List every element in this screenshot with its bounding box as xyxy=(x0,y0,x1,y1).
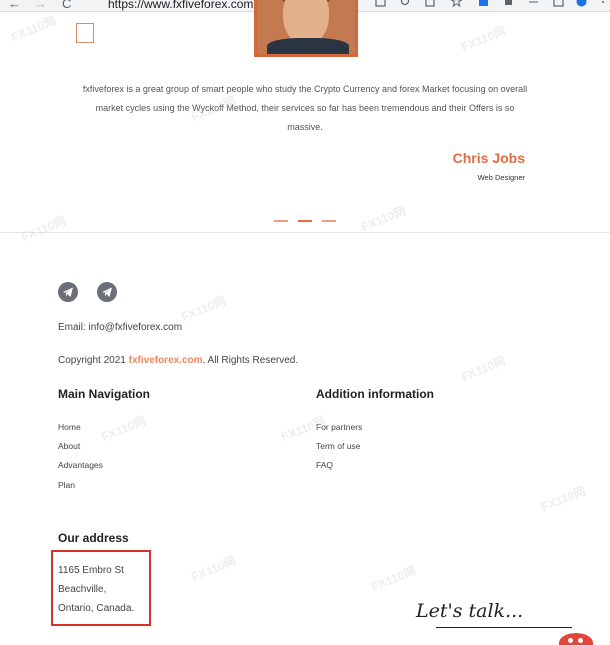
copyright-suffix: . All Rights Reserved. xyxy=(202,355,299,366)
slider-dot[interactable] xyxy=(274,220,288,222)
watermark: FX110网 xyxy=(359,203,408,235)
chat-widget-button[interactable] xyxy=(559,633,593,645)
watermark: FX110网 xyxy=(189,553,238,585)
main-navigation-title: Main Navigation xyxy=(58,387,151,401)
watermark: FX110网 xyxy=(9,13,58,45)
testimonial-quote: fxfiveforex is a great group of smart pe… xyxy=(82,84,528,132)
author-photo xyxy=(254,0,358,57)
nav-link-term-of-use[interactable]: Term of use xyxy=(316,441,360,451)
extension-icon[interactable] xyxy=(478,0,489,7)
address-line: Ontario, Canada. xyxy=(58,603,135,614)
share-icon[interactable] xyxy=(425,0,436,7)
slider-thumbnail[interactable] xyxy=(76,23,94,43)
reload-button[interactable]: C xyxy=(62,0,71,11)
side-panel-icon[interactable] xyxy=(553,0,564,7)
address-bar[interactable]: https://www.fxfiveforex.com xyxy=(108,0,253,11)
lets-talk-heading: Let's talk... xyxy=(416,600,524,622)
forward-button[interactable]: → xyxy=(34,0,47,11)
copyright-prefix: Copyright 2021 xyxy=(58,355,129,366)
zoom-icon[interactable] xyxy=(400,0,411,7)
lets-talk-underline xyxy=(436,627,572,628)
address-title: Our address xyxy=(58,531,129,545)
puzzle-icon[interactable] xyxy=(503,0,514,7)
telegram-icon xyxy=(102,287,112,297)
brand-link[interactable]: fxfiveforex.com xyxy=(129,355,203,366)
contact-email[interactable]: Email: info@fxfiveforex.com xyxy=(58,322,182,333)
nav-link-plan[interactable]: Plan xyxy=(58,480,75,490)
slider-pagination xyxy=(274,220,338,222)
author-name: Chris Jobs xyxy=(452,150,525,166)
slider-dot-active[interactable] xyxy=(298,220,312,222)
telegram-icon xyxy=(63,287,73,297)
bookmark-star-icon[interactable] xyxy=(451,0,462,7)
nav-link-for-partners[interactable]: For partners xyxy=(316,422,362,432)
watermark: FX110网 xyxy=(179,293,228,325)
address-line: Beachville, xyxy=(58,584,107,595)
nav-link-home[interactable]: Home xyxy=(58,422,81,432)
address-line: 1165 Embro St xyxy=(58,565,124,576)
nav-link-about[interactable]: About xyxy=(58,441,80,451)
watermark: FX110网 xyxy=(19,213,68,245)
menu-icon[interactable] xyxy=(600,0,606,7)
telegram-link[interactable] xyxy=(97,282,117,302)
translate-icon[interactable] xyxy=(375,0,386,7)
reading-list-icon[interactable] xyxy=(528,0,539,7)
watermark: FX110网 xyxy=(459,23,508,55)
back-button[interactable]: ← xyxy=(8,0,21,11)
section-divider xyxy=(0,232,610,233)
watermark: FX110网 xyxy=(99,413,148,445)
nav-link-faq[interactable]: FAQ xyxy=(316,460,333,470)
slider-dot[interactable] xyxy=(322,220,336,222)
addition-information-title: Addition information xyxy=(316,387,434,401)
copyright-notice: Copyright 2021 fxfiveforex.com. All Righ… xyxy=(58,355,298,366)
watermark: FX110网 xyxy=(459,353,508,385)
watermark: FX110网 xyxy=(369,563,418,595)
nav-link-advantages[interactable]: Advantages xyxy=(58,460,103,470)
watermark: FX110网 xyxy=(539,483,588,515)
author-role: Web Designer xyxy=(477,173,525,182)
telegram-link[interactable] xyxy=(58,282,78,302)
profile-icon[interactable] xyxy=(576,0,587,7)
